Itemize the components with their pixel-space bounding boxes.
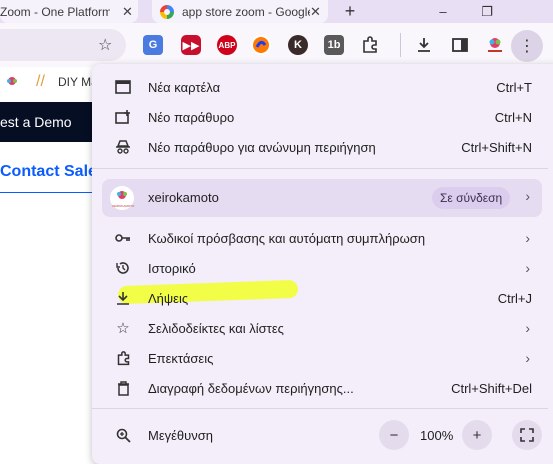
menu-item-label: Νέο παράθυρο bbox=[148, 109, 235, 125]
toolbar: ☆ G ▶▶ ABP K 1b ⋮ bbox=[0, 23, 553, 67]
menu-item-clear-data[interactable]: Διαγραφή δεδομένων περιήγησης... Ctrl+Sh… bbox=[92, 373, 548, 403]
incognito-icon bbox=[114, 138, 132, 156]
menu-item-passwords[interactable]: Κωδικοί πρόσβασης και αυτόματη συμπλήρωσ… bbox=[92, 223, 548, 253]
bookmark-favicon-icon bbox=[4, 75, 20, 94]
menu-separator bbox=[92, 168, 548, 169]
request-demo-button[interactable]: est a Demo bbox=[0, 102, 100, 142]
menu-item-label: Ιστορικό bbox=[148, 260, 196, 276]
one-b-extension-icon[interactable]: 1b bbox=[324, 35, 344, 55]
extension-icon[interactable] bbox=[251, 35, 271, 55]
extensions-puzzle-icon[interactable] bbox=[360, 35, 380, 55]
divider bbox=[0, 192, 100, 193]
close-icon[interactable]: ✕ bbox=[122, 4, 133, 20]
chevron-right-icon: › bbox=[525, 230, 530, 246]
shortcut: Ctrl+Shift+N bbox=[461, 139, 532, 155]
tab-google-search[interactable]: app store zoom - Google Search ✕ bbox=[152, 0, 328, 23]
new-window-icon bbox=[114, 108, 132, 126]
shortcut: Ctrl+T bbox=[496, 79, 532, 95]
zoom-out-button[interactable]: − bbox=[379, 420, 409, 450]
menu-item-label: Επεκτάσεις bbox=[148, 350, 214, 366]
avatar-caption: XEIROKAMOTO bbox=[112, 204, 135, 208]
tab-strip: Zoom - One Platform to Connect ✕ app sto… bbox=[0, 0, 553, 23]
menu-item-bookmarks[interactable]: ☆ Σελιδοδείκτες και λίστες › bbox=[92, 313, 548, 343]
contact-sales-link[interactable]: Contact Sale bbox=[0, 163, 97, 181]
menu-item-label: Λήψεις bbox=[148, 290, 189, 306]
folder-icon: // bbox=[36, 73, 45, 90]
fullscreen-button[interactable] bbox=[512, 420, 542, 450]
fast-forward-extension-icon[interactable]: ▶▶ bbox=[181, 35, 201, 55]
menu-item-label: Κωδικοί πρόσβασης και αυτόματη συμπλήρωσ… bbox=[148, 230, 426, 246]
close-icon[interactable]: ✕ bbox=[310, 4, 321, 20]
chevron-right-icon: › bbox=[525, 260, 530, 276]
menu-item-extensions[interactable]: Επεκτάσεις › bbox=[92, 343, 548, 373]
google-translate-icon[interactable]: G bbox=[143, 35, 163, 55]
menu-item-incognito[interactable]: Νέο παράθυρο για ανώνυμη περιήγηση Ctrl+… bbox=[92, 132, 548, 162]
new-tab-button[interactable]: + bbox=[340, 0, 360, 23]
adblock-plus-icon[interactable]: ABP bbox=[217, 35, 237, 55]
menu-item-downloads[interactable]: Λήψεις Ctrl+J bbox=[92, 283, 548, 313]
new-tab-icon bbox=[114, 78, 132, 96]
menu-item-new-window[interactable]: Νέο παράθυρο Ctrl+N bbox=[92, 102, 548, 132]
chrome-menu: Νέα καρτέλα Ctrl+T Νέο παράθυρο Ctrl+N Ν… bbox=[92, 64, 553, 464]
download-icon bbox=[114, 289, 132, 307]
zoom-in-button[interactable]: + bbox=[462, 420, 492, 450]
side-panel-icon[interactable] bbox=[450, 35, 470, 55]
star-icon: ☆ bbox=[116, 320, 130, 337]
zoom-level: 100% bbox=[420, 428, 454, 443]
profile-name: xeirokamoto bbox=[148, 190, 219, 205]
trash-icon bbox=[114, 379, 132, 397]
profile-avatar: XEIROKAMOTO bbox=[110, 186, 134, 210]
fullscreen-icon bbox=[520, 428, 534, 442]
address-bar[interactable]: ☆ bbox=[0, 29, 126, 61]
menu-separator bbox=[92, 408, 548, 409]
chevron-right-icon: › bbox=[525, 188, 530, 204]
shortcut: Ctrl+J bbox=[497, 290, 532, 306]
menu-item-label: Νέα καρτέλα bbox=[148, 79, 221, 95]
shortcut: Ctrl+Shift+Del bbox=[451, 380, 532, 396]
menu-item-label: Σελιδοδείκτες και λίστες bbox=[148, 320, 284, 336]
bookmark-star-icon[interactable]: ☆ bbox=[98, 35, 112, 55]
key-icon bbox=[114, 229, 132, 247]
signed-in-badge: Σε σύνδεση bbox=[432, 187, 511, 209]
chevron-right-icon: › bbox=[525, 350, 530, 366]
chrome-menu-button[interactable]: ⋮ bbox=[511, 30, 543, 62]
menu-item-history[interactable]: Ιστορικό › bbox=[92, 253, 548, 283]
history-icon bbox=[114, 259, 132, 277]
tab-title: Zoom - One Platform to Connect bbox=[0, 4, 110, 19]
menu-item-label: Μεγέθυνση bbox=[148, 427, 214, 443]
maximize-button[interactable]: ❐ bbox=[464, 0, 510, 23]
downloads-icon[interactable] bbox=[414, 35, 434, 55]
profile-row[interactable]: XEIROKAMOTO xeirokamoto Σε σύνδεση › bbox=[102, 179, 542, 217]
zoom-icon bbox=[114, 426, 132, 444]
chevron-right-icon: › bbox=[525, 320, 530, 336]
minimize-button[interactable]: – bbox=[420, 0, 466, 23]
toolbar-divider bbox=[400, 33, 401, 57]
tab-zoom[interactable]: Zoom - One Platform to Connect ✕ bbox=[0, 0, 138, 23]
tab-title: app store zoom - Google Search bbox=[182, 4, 310, 19]
google-icon bbox=[160, 4, 174, 19]
menu-item-new-tab[interactable]: Νέα καρτέλα Ctrl+T bbox=[92, 72, 548, 102]
menu-item-label: Διαγραφή δεδομένων περιήγησης... bbox=[148, 380, 354, 396]
profile-avatar-icon[interactable] bbox=[485, 35, 505, 55]
menu-item-label: Νέο παράθυρο για ανώνυμη περιήγηση bbox=[148, 139, 376, 155]
k-extension-icon[interactable]: K bbox=[288, 35, 308, 55]
puzzle-icon bbox=[114, 349, 132, 367]
shortcut: Ctrl+N bbox=[494, 109, 532, 125]
